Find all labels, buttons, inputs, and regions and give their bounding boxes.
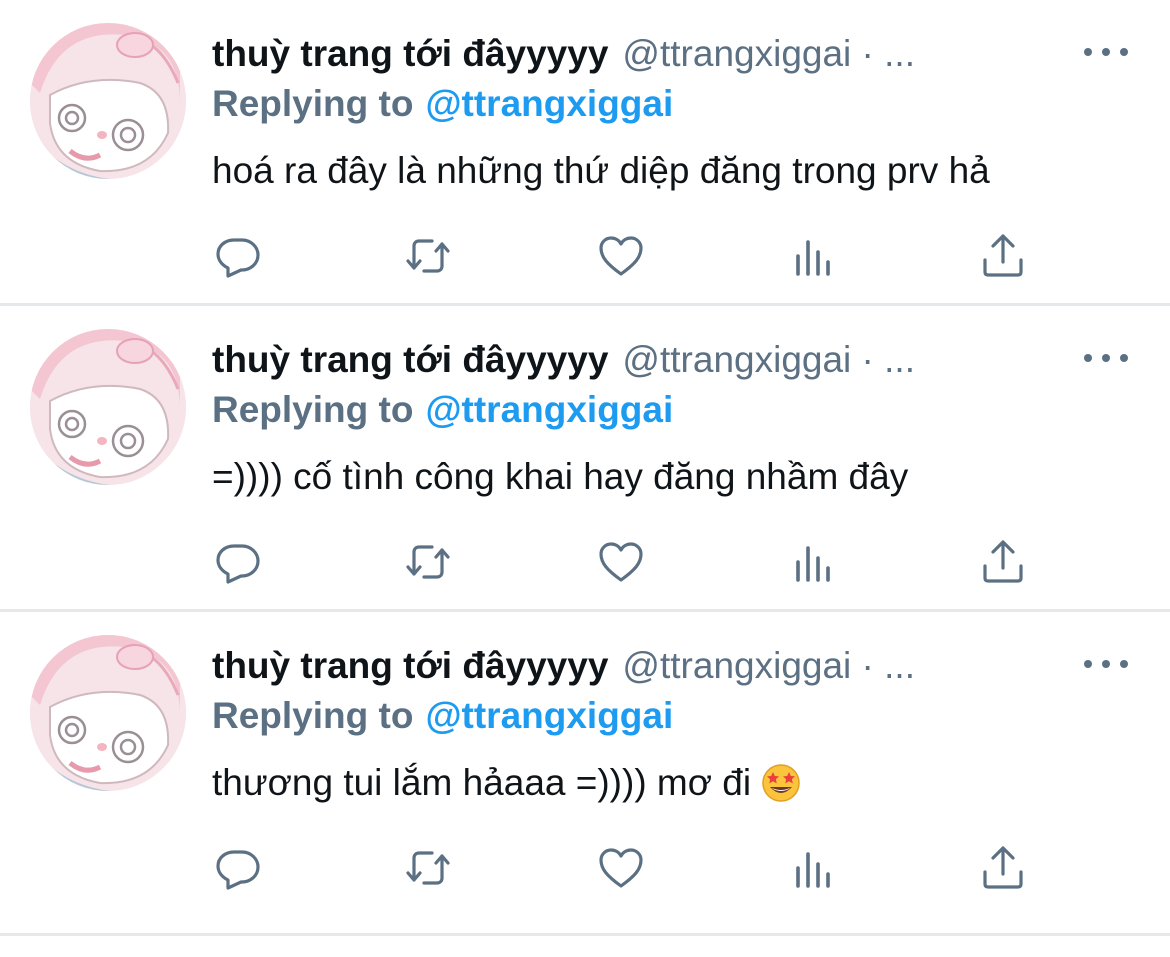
like-icon [599,542,643,582]
like-icon [599,236,643,276]
user-handle[interactable]: @ttrangxiggai · ... [622,339,915,381]
like-icon [599,848,643,888]
share-icon [983,846,1023,889]
replying-handle-link[interactable]: @ttrangxiggai [425,83,673,125]
more-icon[interactable] [1084,40,1128,64]
reply-tweet[interactable]: thuỳ trang tới đâyyyyy @ttrangxiggai · .… [0,0,1170,306]
tweet-header: thuỳ trang tới đâyyyyy @ttrangxiggai · .… [212,642,915,690]
reply-tweet[interactable]: thuỳ trang tới đâyyyyy @ttrangxiggai · .… [0,612,1170,936]
retweet-button[interactable] [400,228,456,284]
replying-handle-link[interactable]: @ttrangxiggai [425,695,673,737]
user-handle[interactable]: @ttrangxiggai · ... [622,33,915,75]
reply-icon [216,544,260,584]
reply-tweet[interactable]: thuỳ trang tới đâyyyyy @ttrangxiggai · .… [0,306,1170,612]
user-handle[interactable]: @ttrangxiggai · ... [622,645,915,687]
replying-label: Replying to [212,83,414,124]
replying-label: Replying to [212,389,414,430]
reply-button[interactable] [210,840,266,896]
share-button[interactable] [975,840,1031,896]
reply-button[interactable] [210,228,266,284]
analytics-icon [796,546,830,582]
tweet-text: =)))) cố tình công khai hay đăng nhầm đâ… [212,456,909,497]
analytics-button[interactable] [785,228,841,284]
tweet-text: hoá ra đây là những thứ diệp đăng trong … [212,150,990,191]
analytics-button[interactable] [785,534,841,590]
retweet-button[interactable] [400,840,456,896]
reply-icon [216,238,260,278]
share-icon [983,234,1023,277]
display-name[interactable]: thuỳ trang tới đâyyyyy [212,339,608,381]
retweet-icon [406,851,450,885]
avatar[interactable] [30,23,186,179]
retweet-button[interactable] [400,534,456,590]
analytics-icon [796,240,830,276]
replying-to: Replying to @ttrangxiggai [212,386,673,434]
tweet-header: thuỳ trang tới đâyyyyy @ttrangxiggai · .… [212,30,915,78]
replying-to: Replying to @ttrangxiggai [212,692,673,740]
avatar[interactable] [30,329,186,485]
reply-button[interactable] [210,534,266,590]
avatar-image [30,329,186,485]
more-icon[interactable] [1084,652,1128,676]
more-icon[interactable] [1084,346,1128,370]
display-name[interactable]: thuỳ trang tới đâyyyyy [212,33,608,75]
avatar-image [30,23,186,179]
share-button[interactable] [975,534,1031,590]
avatar-image [30,635,186,791]
tweet-actions [0,840,1170,896]
display-name[interactable]: thuỳ trang tới đâyyyyy [212,645,608,687]
replying-handle-link[interactable]: @ttrangxiggai [425,389,673,431]
share-button[interactable] [975,228,1031,284]
share-icon [983,540,1023,583]
retweet-icon [406,239,450,273]
reply-feed: thuỳ trang tới đâyyyyy @ttrangxiggai · .… [0,0,1170,936]
analytics-button[interactable] [785,840,841,896]
replying-to: Replying to @ttrangxiggai [212,80,673,128]
like-button[interactable] [593,840,649,896]
reply-icon [216,850,260,890]
tweet-text-row: thương tui lắm hảaaa =)))) mơ đi [212,758,801,808]
tweet-header: thuỳ trang tới đâyyyyy @ttrangxiggai · .… [212,336,915,384]
tweet-actions [0,534,1170,590]
tweet-text: thương tui lắm hảaaa =)))) mơ đi [212,762,752,803]
analytics-icon [796,852,830,888]
avatar[interactable] [30,635,186,791]
like-button[interactable] [593,228,649,284]
tweet-actions [0,228,1170,284]
like-button[interactable] [593,534,649,590]
retweet-icon [406,545,450,579]
star-struck-emoji [762,764,800,802]
replying-label: Replying to [212,695,414,736]
